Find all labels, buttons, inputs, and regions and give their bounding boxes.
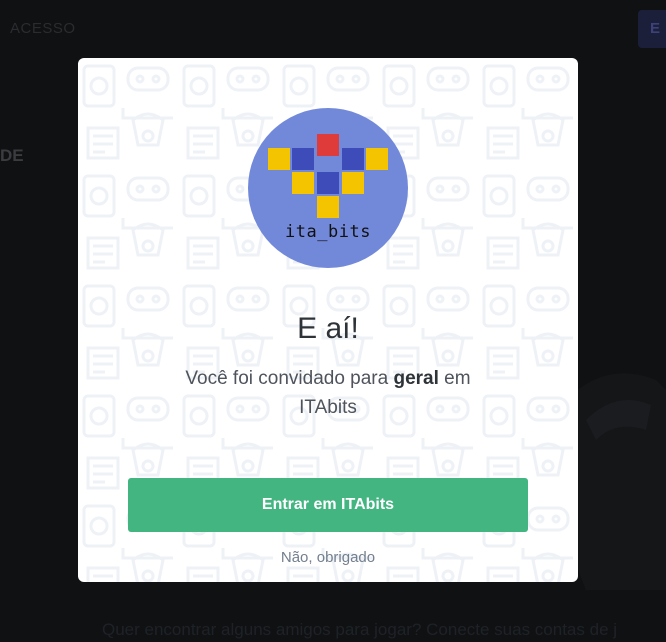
pixel-blue xyxy=(317,172,339,194)
invite-subtitle: Você foi convidado para geral em ITAbits xyxy=(158,364,498,422)
pixel-yellow xyxy=(317,196,339,218)
pixel-blue xyxy=(292,148,314,170)
pixel-yellow xyxy=(342,172,364,194)
pixel-yellow xyxy=(292,172,314,194)
decline-invite-link[interactable]: Não, obrigado xyxy=(78,549,578,566)
server-logo-pixels xyxy=(268,134,388,218)
background-header-button: E xyxy=(638,10,666,48)
background-friends-prompt: Quer encontrar alguns amigos para jogar?… xyxy=(102,620,618,639)
background-section-label: DE xyxy=(0,146,24,165)
pixel-yellow xyxy=(268,148,290,170)
server-avatar: ita_bits xyxy=(248,108,408,268)
app-background: ACESSO E DE Quer encontrar alguns amigos… xyxy=(0,0,666,642)
invite-subtitle-middle: em xyxy=(438,368,471,389)
join-server-button[interactable]: Entrar em ITAbits xyxy=(128,478,528,532)
channel-name: geral xyxy=(393,368,439,389)
server-name: ITAbits xyxy=(299,397,357,418)
pixel-red xyxy=(317,134,339,156)
invite-subtitle-prefix: Você foi convidado para xyxy=(185,368,394,389)
pixel-yellow xyxy=(366,148,388,170)
invite-title: E aí! xyxy=(297,312,359,345)
pixel-blue xyxy=(342,148,364,170)
server-avatar-label: ita_bits xyxy=(285,222,371,242)
background-header-text: ACESSO xyxy=(10,20,76,37)
invite-modal: ita_bits E aí! Você foi convidado para g… xyxy=(78,58,578,582)
